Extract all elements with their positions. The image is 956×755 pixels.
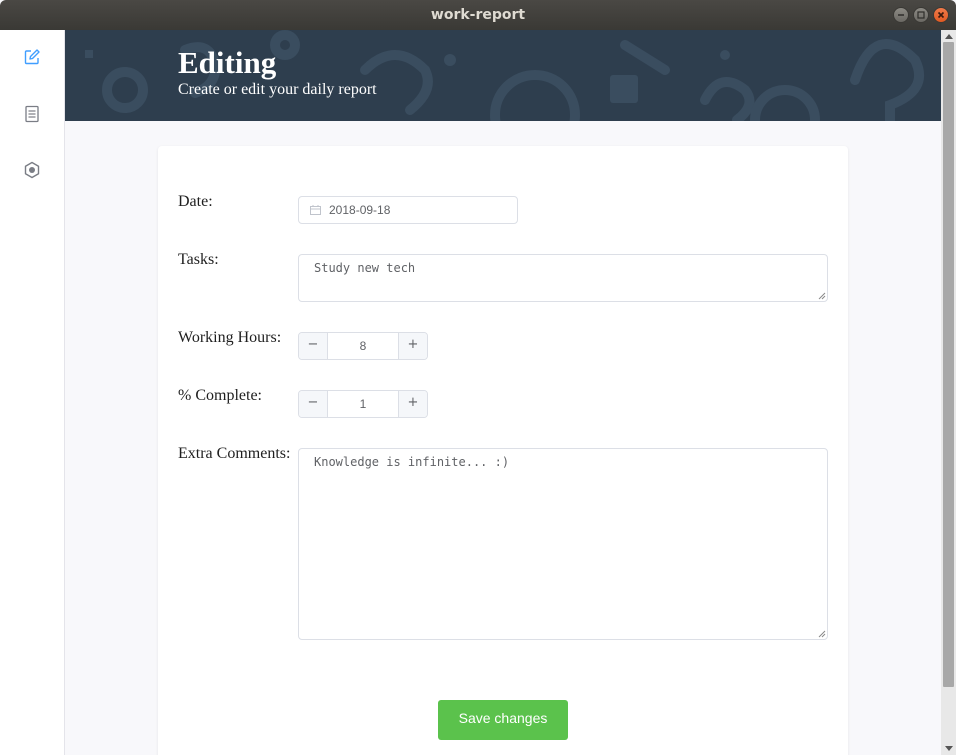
maximize-icon [917,11,925,19]
working-hours-label: Working Hours: [178,329,282,346]
window-title: work-report [430,7,526,23]
save-changes-button[interactable]: Save changes [438,700,568,740]
percent-complete-increment-button[interactable]: + [398,391,427,417]
resize-grip-icon[interactable] [818,292,826,300]
percent-complete-stepper[interactable]: − 1 + [298,390,428,418]
sidebar [0,30,65,755]
close-button[interactable] [933,7,949,23]
tasks-label: Tasks: [178,251,219,268]
percent-complete-label: % Complete: [178,387,262,404]
extra-comments-textarea[interactable]: Knowledge is infinite... :) [298,448,828,640]
close-icon [937,11,945,19]
minimize-icon [898,14,904,16]
scroll-down-arrow-icon[interactable] [945,746,953,751]
maximize-button[interactable] [913,7,929,23]
tasks-textarea[interactable]: Study new tech [298,254,828,302]
date-value: 2018-09-18 [329,203,391,217]
extra-comments-label: Extra Comments: [178,445,291,462]
extra-comments-value: Knowledge is infinite... :) [314,455,510,469]
calendar-icon [310,205,321,215]
page-title: Editing [178,45,277,80]
sidebar-item-edit[interactable] [22,47,42,67]
scroll-up-arrow-icon[interactable] [945,34,953,39]
working-hours-stepper[interactable]: − 8 + [298,332,428,360]
tasks-value: Study new tech [314,261,416,275]
working-hours-value[interactable]: 8 [328,333,398,359]
working-hours-increment-button[interactable]: + [398,333,427,359]
window-titlebar: work-report [0,0,956,30]
vertical-scrollbar[interactable] [941,30,956,755]
window-controls [893,7,949,23]
settings-icon [24,161,40,179]
edit-icon [24,49,40,65]
percent-complete-decrement-button[interactable]: − [299,391,328,417]
page-subtitle: Create or edit your daily report [178,81,377,98]
scrollbar-thumb[interactable] [943,42,954,687]
page-header: Editing Create or edit your daily report [65,30,941,121]
document-list-icon [25,105,39,123]
date-label: Date: [178,193,213,210]
sidebar-item-reports[interactable] [22,104,42,124]
resize-grip-icon[interactable] [818,630,826,638]
percent-complete-value[interactable]: 1 [328,391,398,417]
sidebar-item-settings[interactable] [22,160,42,180]
report-form-card: Date: 2018-09-18 Tasks: Study new tech W… [158,146,848,755]
minimize-button[interactable] [893,7,909,23]
working-hours-decrement-button[interactable]: − [299,333,328,359]
date-picker-input[interactable]: 2018-09-18 [298,196,518,224]
